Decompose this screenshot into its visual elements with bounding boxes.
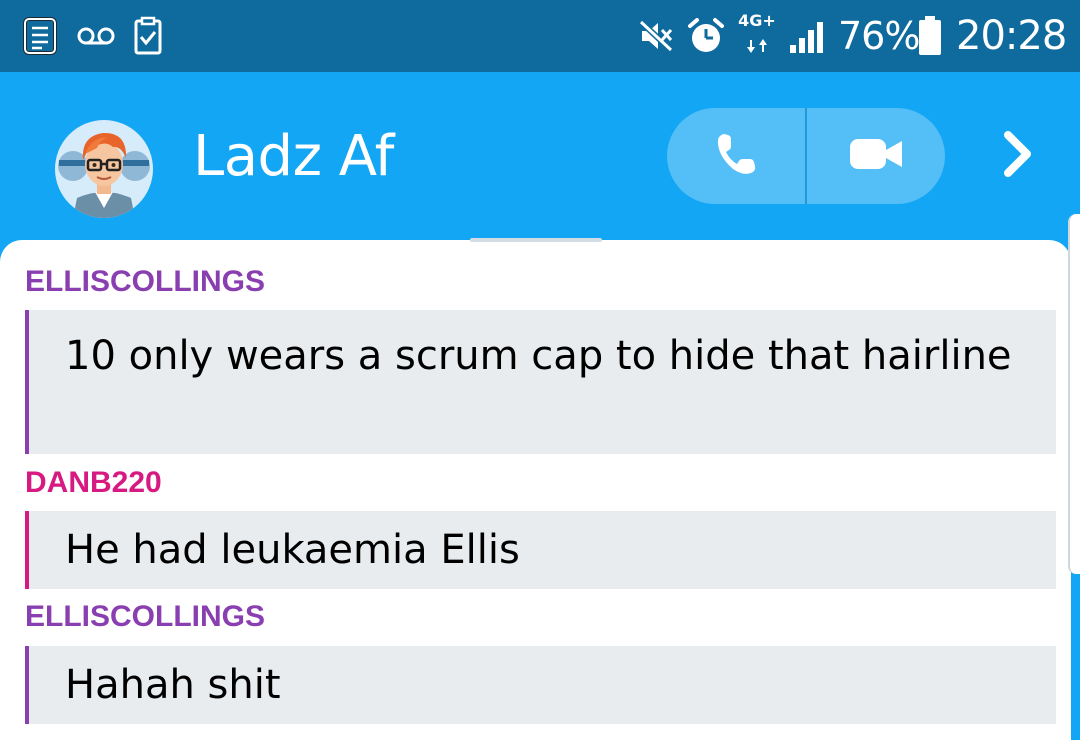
sender-color-bar	[25, 511, 29, 589]
mute-icon	[636, 0, 676, 72]
alarm-icon	[684, 0, 728, 72]
message-bubble[interactable]: 10 only wears a scrum cap to hide that h…	[25, 310, 1056, 454]
video-camera-icon	[848, 136, 904, 176]
data-arrows-icon	[743, 20, 771, 72]
message-bubble[interactable]: Hahah shit	[25, 646, 1056, 724]
voice-call-button[interactable]	[667, 108, 805, 204]
signal-icon	[786, 0, 826, 72]
battery-icon	[914, 0, 946, 72]
video-call-button[interactable]	[807, 108, 945, 204]
message-sender: ELLISCOLLINGS	[25, 265, 265, 298]
chat-title[interactable]: Ladz Af	[193, 124, 394, 189]
message-bubble[interactable]: He had leukaemia Ellis	[25, 511, 1056, 589]
message-sender: ELLISCOLLINGS	[25, 600, 265, 633]
battery-percent: 76%	[838, 14, 920, 58]
chevron-right-icon	[1002, 130, 1034, 182]
faint-divider	[470, 238, 602, 242]
chat-details-button[interactable]	[990, 128, 1046, 184]
phone-icon	[713, 131, 759, 181]
notes-icon	[20, 0, 60, 72]
status-bar: 4G+ 76% 20:28	[0, 0, 1080, 72]
message-sender: DANB220	[25, 466, 162, 499]
chat-panel: ELLISCOLLINGS 10 only wears a scrum cap …	[0, 240, 1071, 740]
sender-color-bar	[25, 310, 29, 454]
scrollbar[interactable]	[1068, 214, 1080, 574]
message-text: Hahah shit	[65, 662, 281, 708]
clipboard-check-icon	[130, 0, 166, 72]
sender-color-bar	[25, 646, 29, 724]
clock-time: 20:28	[956, 13, 1067, 59]
message-text: He had leukaemia Ellis	[65, 527, 520, 573]
message-text: 10 only wears a scrum cap to hide that h…	[65, 333, 1012, 379]
avatar[interactable]	[55, 120, 153, 218]
chat-header: Ladz Af	[0, 72, 1080, 240]
call-controls	[667, 108, 945, 204]
voicemail-icon	[76, 0, 116, 72]
